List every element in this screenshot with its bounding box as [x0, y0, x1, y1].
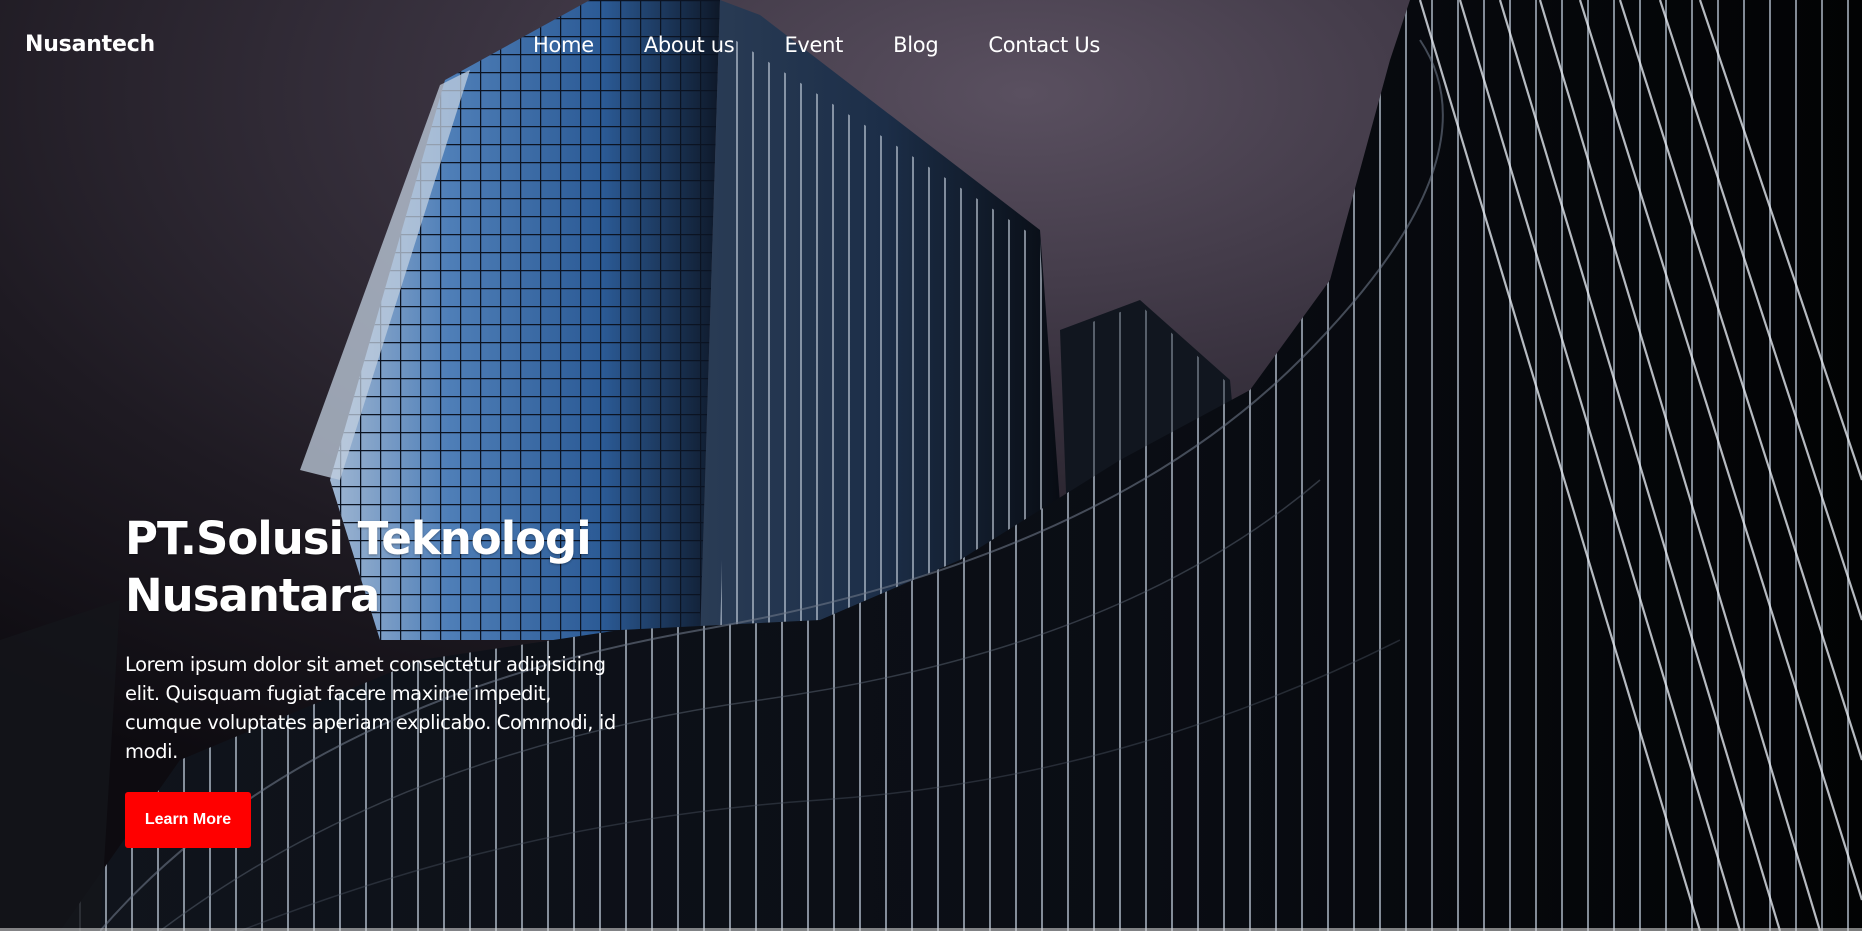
hero-description: Lorem ipsum dolor sit amet consectetur a… — [125, 653, 616, 763]
nav-links: Home About us Event Blog Contact Us — [533, 33, 1150, 57]
hero-title-line2: Nusantara — [125, 569, 380, 622]
nav-link-about-us[interactable]: About us — [644, 33, 735, 57]
brand-logo[interactable]: Nusantech — [25, 32, 155, 57]
nav-link-contact-us[interactable]: Contact Us — [988, 33, 1100, 57]
hero-title: PT.Solusi Teknologi Nusantara — [125, 510, 645, 624]
nav-item-blog: Blog — [893, 33, 988, 57]
top-navbar: Nusantech Home About us Event Blog Conta… — [0, 0, 1862, 96]
nav-item-event: Event — [784, 33, 893, 57]
hero-title-line1: PT.Solusi Teknologi — [125, 512, 592, 565]
nav-item-contact: Contact Us — [988, 33, 1150, 57]
hero-content: PT.Solusi Teknologi Nusantara Lorem ipsu… — [125, 510, 645, 848]
nav-item-home: Home — [533, 33, 644, 57]
nav-link-event[interactable]: Event — [784, 33, 843, 57]
nav-item-about: About us — [644, 33, 785, 57]
nav-link-home[interactable]: Home — [533, 33, 594, 57]
learn-more-button[interactable]: Learn More — [125, 792, 251, 848]
nav-link-blog[interactable]: Blog — [893, 33, 939, 57]
